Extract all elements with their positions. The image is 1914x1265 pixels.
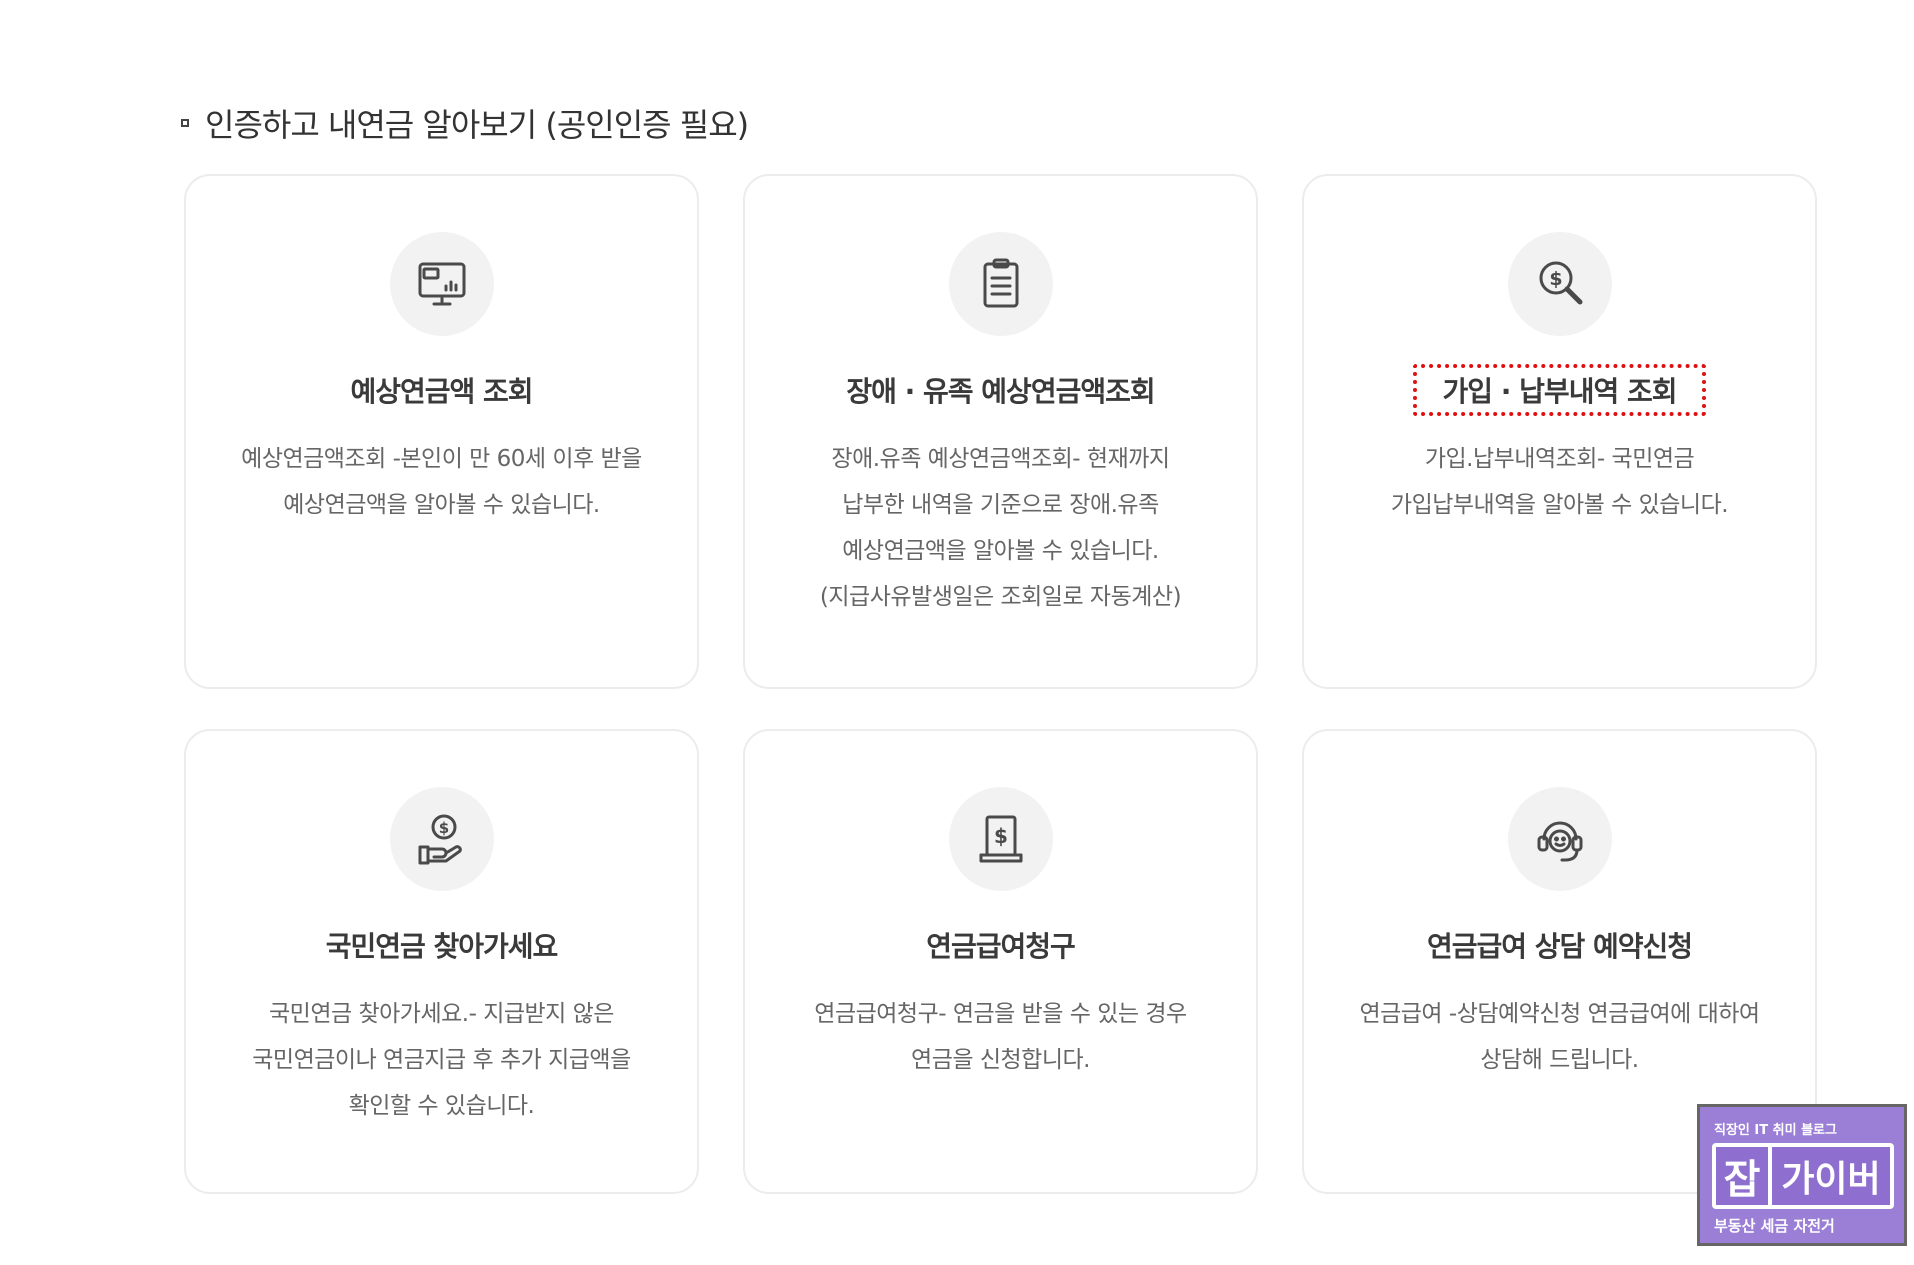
monitor-chart-icon xyxy=(389,232,494,336)
card-description: 연금급여 -상담예약신청 연금급여에 대하여 상담해 드립니다. xyxy=(1359,1001,1760,1073)
card-title: 장애 · 유족 예상연금액조회 xyxy=(846,375,1155,408)
card-title: 연금급여 상담 예약신청 xyxy=(1426,930,1693,963)
card-description: 국민연금 찾아가세요.- 지급받지 않은 국민연금이나 연금지급 후 추가 지급… xyxy=(252,1001,631,1119)
card-title: 예상연금액 조회 xyxy=(350,375,533,408)
card-description: 예상연금액조회 -본인이 만 60세 이후 받을 예상연금액을 알아볼 수 있습… xyxy=(241,446,642,518)
badge-topics: 부동산 세금 자전거 xyxy=(1714,1217,1835,1235)
bullet-square-icon xyxy=(181,119,189,127)
card-description: 가입.납부내역조회- 국민연금 가입납부내역을 알아볼 수 있습니다. xyxy=(1390,446,1729,518)
svg-text:$: $ xyxy=(438,819,448,837)
dollar-document-icon: $ xyxy=(948,787,1053,891)
card-title-highlighted: 가입 · 납부내역 조회 xyxy=(1412,364,1707,416)
service-card-grid: 예상연금액 조회 예상연금액조회 -본인이 만 60세 이후 받을 예상연금액을… xyxy=(184,174,1818,1194)
svg-text:$: $ xyxy=(994,824,1008,848)
card-description: 장애.유족 예상연금액조회- 현재까지 납부한 내역을 기준으로 장애.유족 예… xyxy=(819,446,1182,610)
svg-text:$: $ xyxy=(1549,268,1562,290)
card-find-pension[interactable]: $ 국민연금 찾아가세요 국민연금 찾아가세요.- 지급받지 않은 국민연금이나… xyxy=(184,729,699,1194)
section-title: 인증하고 내연금 알아보기 (공인인증 필요) xyxy=(181,101,749,145)
badge-char: 잡 xyxy=(1716,1147,1768,1205)
card-title: 연금급여청구 xyxy=(926,930,1076,963)
card-subscription-payment-history[interactable]: $ 가입 · 납부내역 조회 가입.납부내역조회- 국민연금 가입납부내역을 알… xyxy=(1302,174,1817,689)
headset-consult-icon xyxy=(1507,787,1612,891)
card-pension-benefit-claim[interactable]: $ 연금급여청구 연금급여청구- 연금을 받을 수 있는 경우 연금을 신청합니… xyxy=(743,729,1258,1194)
card-title: 국민연금 찾아가세요 xyxy=(325,930,559,963)
dollar-search-icon: $ xyxy=(1507,232,1612,336)
badge-logo-box: 잡 가이버 xyxy=(1712,1143,1894,1209)
hand-dollar-icon: $ xyxy=(389,787,494,891)
section-title-text: 인증하고 내연금 알아보기 (공인인증 필요) xyxy=(205,106,749,144)
card-disability-survivor-pension[interactable]: 장애 · 유족 예상연금액조회 장애.유족 예상연금액조회- 현재까지 납부한 … xyxy=(743,174,1258,689)
card-description: 연금급여청구- 연금을 받을 수 있는 경우 연금을 신청합니다. xyxy=(814,1001,1187,1073)
badge-tagline: 직장인 IT 취미 블로그 xyxy=(1714,1123,1837,1138)
blog-watermark-badge: 직장인 IT 취미 블로그 잡 가이버 부동산 세금 자전거 xyxy=(1697,1104,1907,1246)
clipboard-document-icon xyxy=(948,232,1053,336)
badge-name: 가이버 xyxy=(1772,1147,1890,1205)
card-expected-pension[interactable]: 예상연금액 조회 예상연금액조회 -본인이 만 60세 이후 받을 예상연금액을… xyxy=(184,174,699,689)
